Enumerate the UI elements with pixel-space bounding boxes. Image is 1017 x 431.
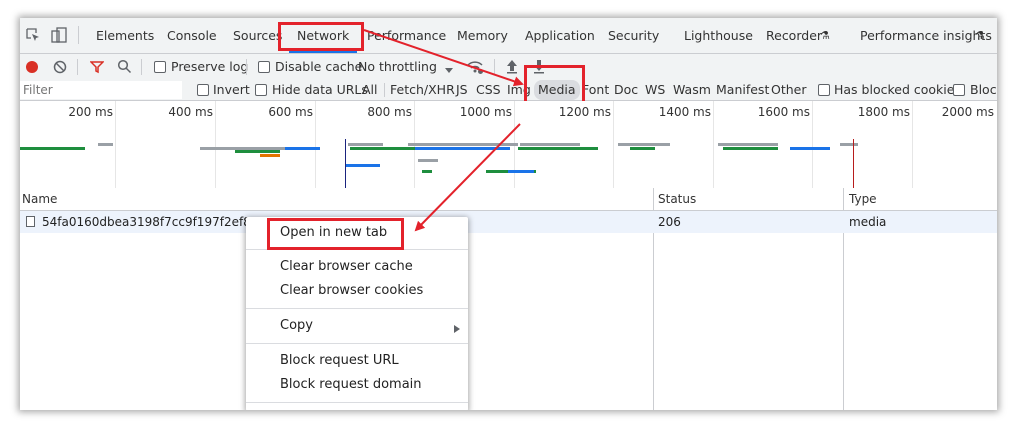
annotation-arrows [363,29,524,232]
annotation-arrow-media-to-menu [414,123,521,232]
annotation-arrow-network-to-media [363,29,524,87]
devtools-window: Elements Console Sources Network Perform… [20,18,997,410]
